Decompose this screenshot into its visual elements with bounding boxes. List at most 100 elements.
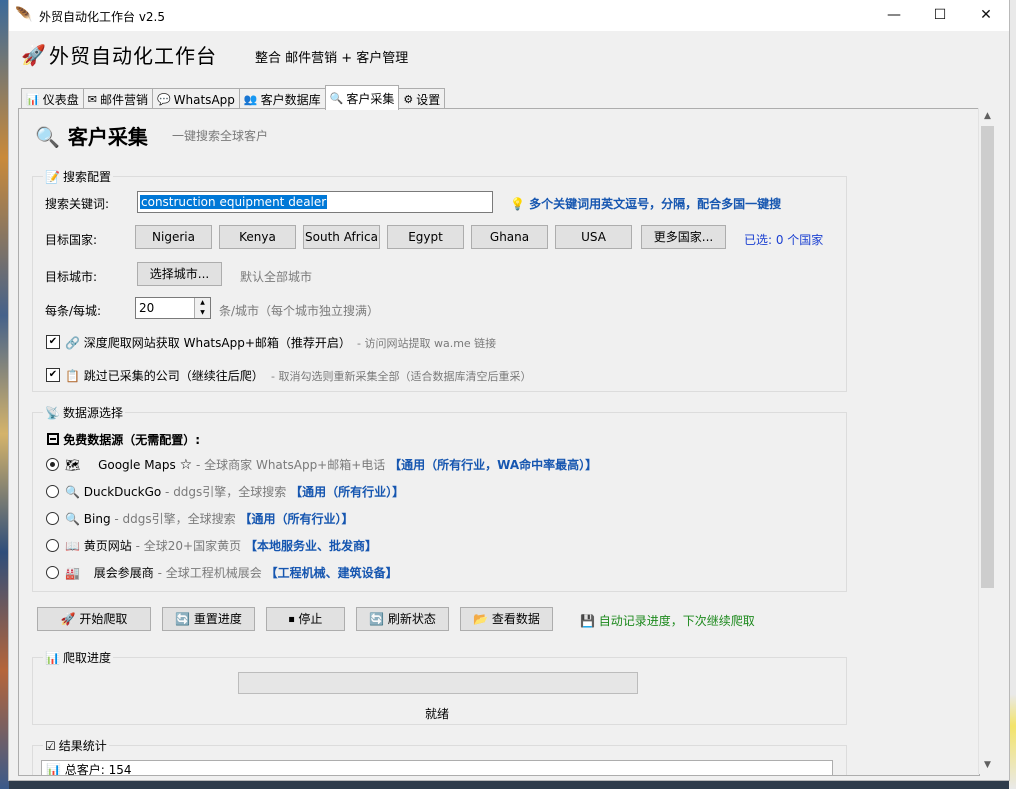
source-radio-exhibitors[interactable] [46,566,59,579]
scroll-thumb[interactable] [981,126,994,588]
country-button-ghana[interactable]: Ghana [471,225,548,249]
scroll-down-arrow[interactable]: ▼ [979,757,996,774]
autosave-note: 💾 自动记录进度，下次继续爬取 [580,612,755,629]
group-title: ☑ 结果统计 [43,737,109,754]
stop-button[interactable]: ⏹ 停止 [266,607,345,631]
refresh-status-button[interactable]: 🔄 刷新状态 [356,607,449,631]
per-city-spinbox[interactable]: 20 ▲ ▼ [135,297,211,319]
stop-label: 停止 [298,612,323,626]
source-tag: 【本地服务业、批发商】 [244,539,377,553]
group-title: 📝 搜索配置 [43,168,113,185]
keyword-input[interactable]: construction equipment dealer [137,191,493,213]
deep-crawl-hint: - 访问网站提取 wa.me 链接 [357,337,497,350]
autosave-note-text: 自动记录进度，下次继续爬取 [598,614,755,628]
source-radio-google-maps[interactable] [46,458,59,471]
page-subtitle: 一键搜索全球客户 [172,129,269,143]
more-countries-button[interactable]: 更多国家... [641,225,726,249]
tab-label: 仪表盘 [42,93,79,107]
skip-collected-hint: - 取消勾选则重新采集全部（适合数据库清空后重采） [271,370,532,383]
collapse-icon[interactable] [47,433,59,445]
group-title: 📊 爬取进度 [43,649,113,666]
tab-content-panel: 🔍 客户采集 一键搜索全球客户 📝 搜索配置 搜索关键词: constructio… [18,108,980,776]
spin-down-arrow[interactable]: ▼ [194,308,210,318]
group-title-text: 搜索配置 [62,170,111,184]
deep-crawl-checkbox[interactable]: ✔ [46,335,60,349]
source-bing: 🔍 Bing - ddgs引擎，全球搜索 【通用（所有行业）】 [65,510,354,527]
tab-customer-database[interactable]: 👥 客户数据库 [238,88,326,110]
tab-label: 邮件营销 [99,93,148,107]
scroll-up-arrow[interactable]: ▲ [979,108,996,125]
deep-crawl-label: 🔗 深度爬取网站获取 WhatsApp+邮箱（推荐开启） [65,334,351,351]
source-name: 黄页网站 [83,539,132,553]
lightbulb-icon: 💡 [510,197,525,211]
collapse-bar [50,438,56,440]
source-radio-bing[interactable] [46,512,59,525]
country-button-usa[interactable]: USA [555,225,632,249]
chat-bubble-icon: 💬 [156,93,171,106]
tab-customer-collection[interactable]: 🔍 客户采集 [324,85,400,110]
link-icon: 🔗 [65,336,80,350]
view-data-button[interactable]: 📂 查看数据 [460,607,553,631]
tab-label: 客户采集 [346,91,395,106]
free-sources-header: 免费数据源（无需配置）: [47,431,200,448]
edit-icon: 📝 [45,169,60,184]
tab-email-marketing[interactable]: ✉ 邮件营销 [82,88,153,110]
refresh-icon: 🔄 [175,612,191,626]
tab-whatsapp[interactable]: 💬 WhatsApp [151,88,240,110]
spin-up-arrow[interactable]: ▲ [194,298,210,308]
source-exhibitors: 🏭 展会参展商 - 全球工程机械展会 【工程机械、建筑设备】 [65,564,398,581]
rocket-icon: 🚀 [60,612,76,626]
magnifier-icon: 🔍 [35,125,60,149]
gear-icon: ⚙ [403,93,414,106]
users-icon: 👥 [243,93,258,106]
minimize-button[interactable]: — [871,0,917,31]
country-label: 目标国家: [45,233,98,247]
per-city-unit: 条/城市（每个城市独立搜满） [219,304,380,318]
source-name: Bing [83,512,111,526]
selected-countries-count: 已选: 0 个国家 [744,233,824,247]
tab-dashboard[interactable]: 📊 仪表盘 [21,88,84,110]
reset-progress-button[interactable]: 🔄 重置进度 [162,607,255,631]
vertical-scrollbar[interactable]: ▲ ▼ [978,108,996,774]
crawl-progress-bar [238,672,638,694]
map-icon: 🗺 [65,458,81,472]
skip-collected-text: 跳过已采集的公司（继续往后爬） [83,369,264,383]
tab-label: WhatsApp [173,92,235,107]
progress-status: 就绪 [425,707,450,721]
folder-icon: 📂 [473,612,489,626]
per-city-label: 每条/每城: [45,304,102,318]
source-desc: - 全球工程机械展会 [157,566,262,580]
source-tag: 【通用（所有行业，WA命中率最高）】 [389,458,598,472]
chart-icon: 📊 [45,650,60,665]
country-button-south-africa[interactable]: South Africa [303,225,380,249]
skip-collected-checkbox[interactable]: ✔ [46,368,60,382]
start-crawl-button[interactable]: 🚀 开始爬取 [37,607,151,631]
close-button[interactable]: ✕ [963,0,1009,31]
satellite-icon: 📡 [45,405,60,420]
desktop-background-left [0,0,9,789]
search-icon: 🔍 [65,512,80,526]
source-radio-duckduckgo[interactable] [46,485,59,498]
maximize-button[interactable]: ☐ [917,0,963,31]
progress-group: 📊 爬取进度 就绪 [32,649,847,725]
country-button-kenya[interactable]: Kenya [219,225,296,249]
page-title: 🔍 客户采集 [35,121,148,150]
source-tag: 【工程机械、建筑设备】 [265,566,398,580]
app-window: 🪶 外贸自动化工作台 v2.5 — ☐ ✕ 🚀 外贸自动化工作台 整合 邮件营销… [9,0,1009,780]
main-tabs: 📊 仪表盘 ✉ 邮件营销 💬 WhatsApp 👥 客户数据库 🔍 客户采集 ⚙… [21,85,446,110]
feather-icon: 🪶 [15,7,33,23]
tab-settings[interactable]: ⚙ 设置 [398,88,446,110]
country-button-nigeria[interactable]: Nigeria [135,225,212,249]
country-button-egypt[interactable]: Egypt [387,225,464,249]
free-sources-header-text: 免费数据源（无需配置）: [63,433,200,447]
bar-chart-icon: 📊 [26,93,40,106]
clipboard-icon: 📋 [65,369,80,383]
select-city-button[interactable]: 选择城市... [137,262,222,286]
source-radio-yellow-pages[interactable] [46,539,59,552]
search-config-group: 📝 搜索配置 搜索关键词: construction equipment dea… [32,168,847,392]
keyword-input-value: construction equipment dealer [140,195,328,209]
desktop-background-right [1009,0,1016,789]
source-name: DuckDuckGo [83,485,162,499]
start-crawl-label: 开始爬取 [79,612,128,626]
search-icon: 🔍 [329,91,344,105]
